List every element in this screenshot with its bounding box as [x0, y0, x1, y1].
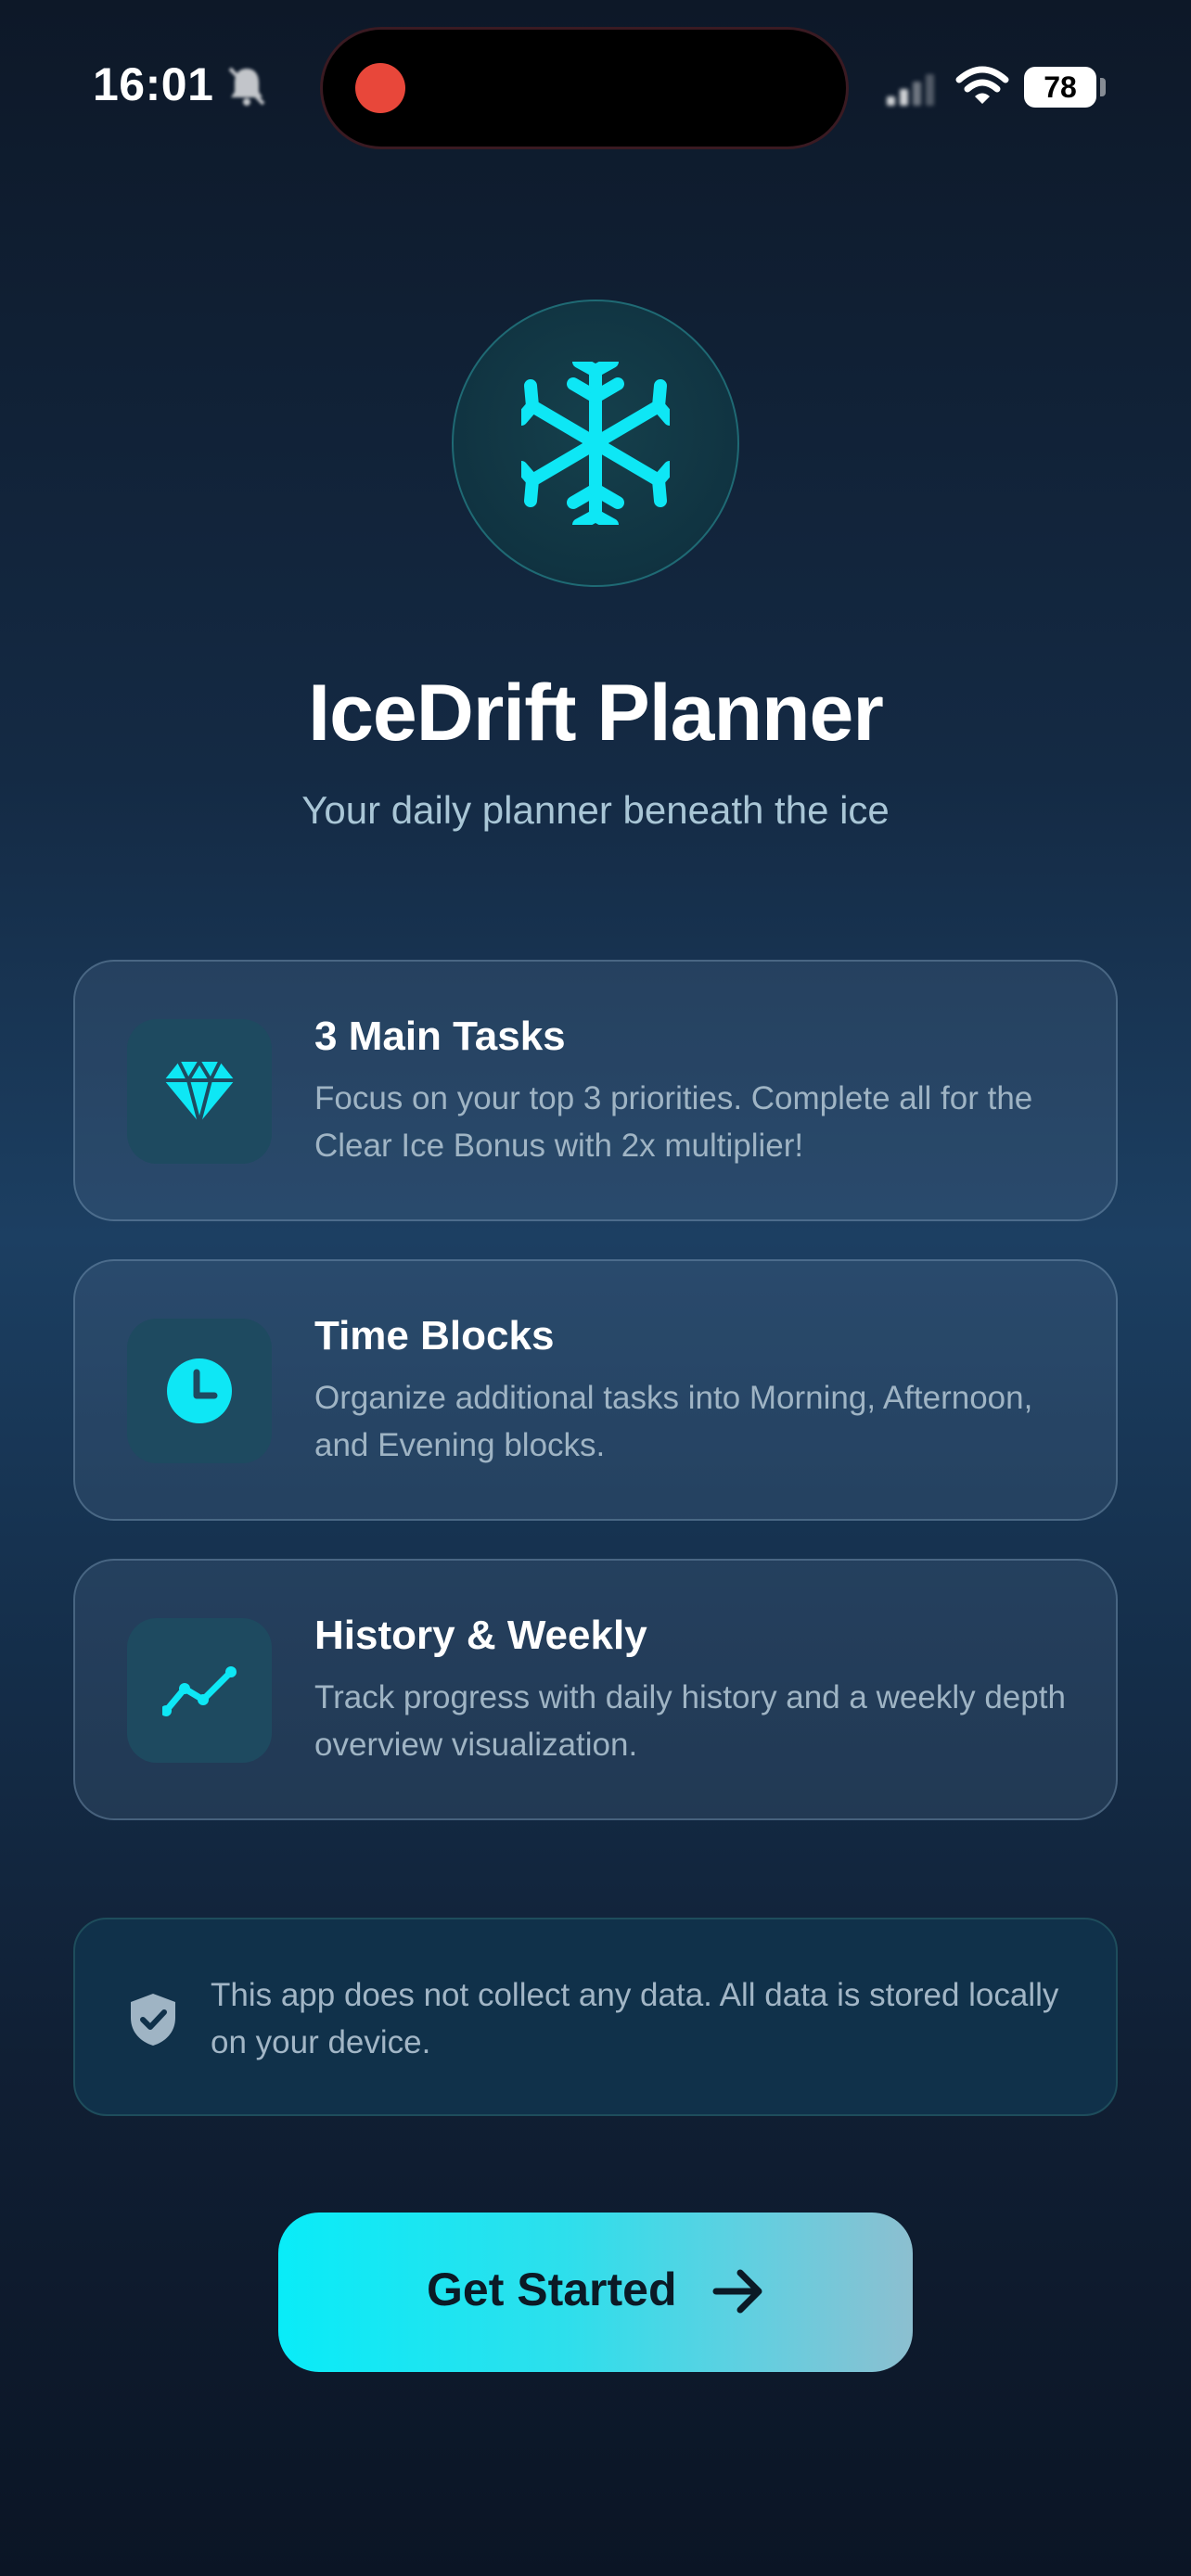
feature-title: History & Weekly	[314, 1613, 647, 1658]
feature-icon-box	[127, 1618, 272, 1763]
battery-cap	[1100, 78, 1106, 96]
diamond-icon	[164, 1060, 235, 1125]
app-subtitle: Your daily planner beneath the ice	[301, 788, 890, 832]
battery-indicator: 78	[1024, 67, 1096, 108]
snowflake-icon	[521, 362, 670, 525]
feature-card-history-weekly: History & Weekly Track progress with dai…	[73, 1559, 1118, 1820]
feature-card-time-blocks: Time Blocks Organize additional tasks in…	[73, 1259, 1118, 1521]
muted-bell-icon	[228, 67, 265, 106]
feature-title: Time Blocks	[314, 1313, 555, 1358]
cellular-signal-icon	[887, 74, 934, 106]
feature-card-main-tasks: 3 Main Tasks Focus on your top 3 priorit…	[73, 960, 1118, 1221]
app-title: IceDrift Planner	[308, 669, 884, 758]
feature-description: Track progress with daily history and a …	[314, 1679, 1066, 1763]
wifi-icon	[955, 66, 1009, 104]
privacy-text: This app does not collect any data. All …	[211, 1977, 1059, 2060]
privacy-notice: This app does not collect any data. All …	[73, 1918, 1118, 2116]
recording-indicator-icon	[355, 63, 405, 113]
shield-check-icon	[131, 1994, 175, 2046]
feature-icon-box	[127, 1019, 272, 1164]
clock-icon	[167, 1358, 232, 1423]
feature-icon-box	[127, 1319, 272, 1463]
feature-title: 3 Main Tasks	[314, 1014, 566, 1059]
get-started-label: Get Started	[427, 2264, 677, 2315]
feature-description: Focus on your top 3 priorities. Complete…	[314, 1080, 1033, 1164]
arrow-right-icon	[712, 2269, 762, 2314]
trend-line-icon	[162, 1666, 237, 1716]
status-time: 16:01	[93, 58, 214, 110]
get-started-button[interactable]: Get Started	[278, 2213, 913, 2372]
feature-description: Organize additional tasks into Morning, …	[314, 1380, 1033, 1463]
